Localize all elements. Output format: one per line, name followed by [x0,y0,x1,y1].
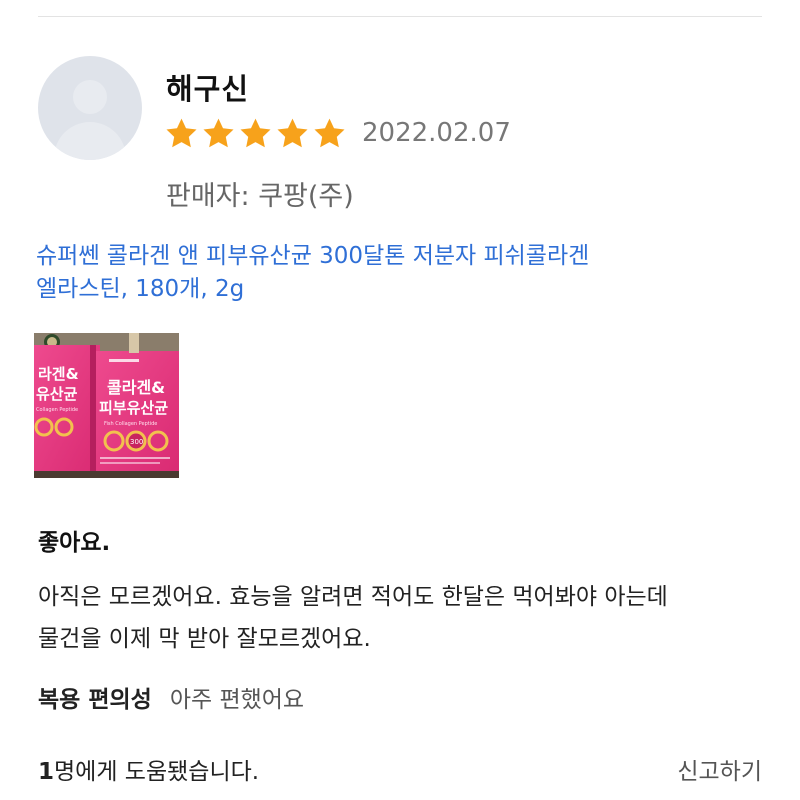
right-box-subtext: Fish Collagen Peptide [104,421,157,427]
helpful-count-text: 1명에게 도움됐습니다. [38,752,259,786]
attribute-row: 복용 편의성 아주 편했어요 [38,680,304,714]
review-date: 2022.02.07 [362,118,511,148]
reviewer-name: 해구신 [166,72,250,106]
helpful-count: 1 [38,759,55,785]
right-box-text-1: 콜라겐& [107,378,165,397]
star-icon [314,118,345,148]
product-link[interactable]: 슈퍼쎈 콜라겐 앤 피부유산균 300달톤 저분자 피쉬콜라겐 엘라스틴, 18… [36,240,736,306]
attribute-value: 아주 편했어요 [169,687,305,713]
product-link-line1[interactable]: 슈퍼쎈 콜라겐 앤 피부유산균 300달톤 저분자 피쉬콜라겐 [36,240,736,273]
review-body: 아직은 모르겠어요. 효능을 알려면 적어도 한달은 먹어봐야 아는데 물건을 … [38,576,768,660]
left-box-subtext: Collagen Peptide [36,407,78,413]
report-button[interactable]: 신고하기 [677,752,762,786]
avatar [38,56,142,160]
left-box-text-1: 라겐& [38,365,79,383]
left-box-text-2: 유산균 [36,385,78,403]
product-link-line2[interactable]: 엘라스틴, 180개, 2g [36,273,736,306]
star-icon [277,118,308,148]
star-icon [240,118,271,148]
badge-text: 300 [130,438,143,446]
review-photo-thumbnail[interactable]: 라겐& 유산균 Collagen Peptide 콜라겐& 피부유산균 Fish… [34,333,179,478]
star-rating [164,116,347,151]
review-body-line2: 물건을 이제 막 받아 잘모르겠어요. [38,626,371,652]
top-divider [38,16,762,17]
star-icon [166,118,197,148]
product-box-photo: 라겐& 유산균 Collagen Peptide 콜라겐& 피부유산균 Fish… [34,333,179,478]
helpful-suffix: 명에게 도움됐습니다. [54,759,260,785]
avatar-body-icon [54,122,126,160]
seller-label: 판매자: 쿠팡(주) [166,181,354,212]
attribute-label: 복용 편의성 [38,687,152,713]
review-body-line1: 아직은 모르겠어요. 효능을 알려면 적어도 한달은 먹어봐야 아는데 [38,584,668,610]
right-box-text-2: 피부유산균 [99,399,168,417]
star-icon [203,118,234,148]
avatar-head-icon [73,80,107,114]
review-headline: 좋아요. [38,530,111,556]
